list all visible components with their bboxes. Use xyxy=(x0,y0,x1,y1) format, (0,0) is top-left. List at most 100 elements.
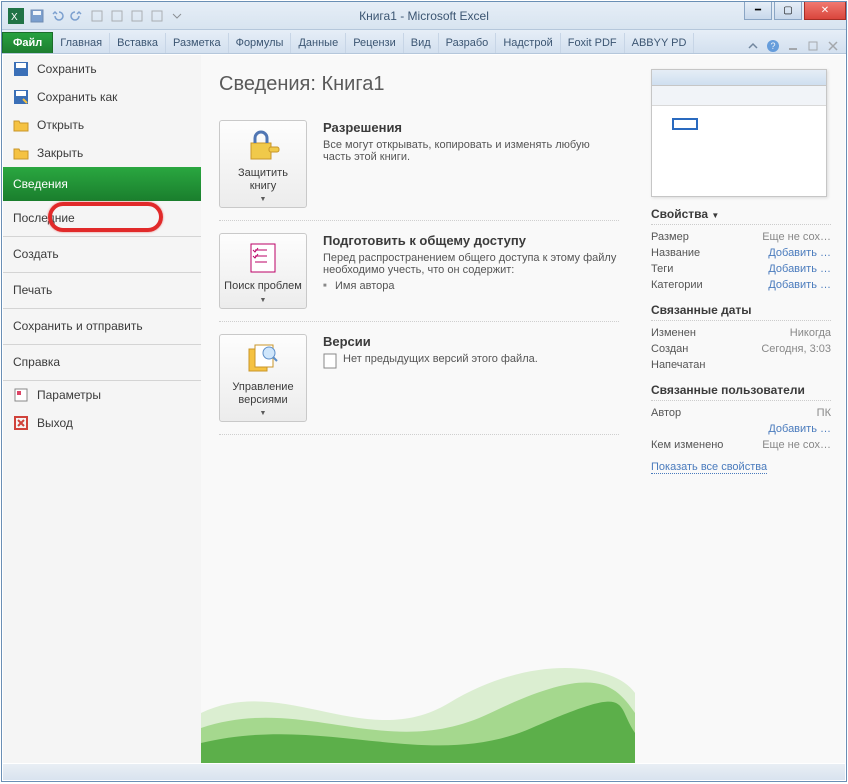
window-close-icon[interactable] xyxy=(826,39,840,53)
titlebar: X Книга1 - Microsoft Excel ━ ▢ ✕ xyxy=(2,2,846,30)
tab-home[interactable]: Главная xyxy=(53,33,110,53)
ribbon-right-controls: ? xyxy=(746,39,846,53)
sidebar-item-exit[interactable]: Выход xyxy=(3,409,201,437)
related-users-heading: Связанные пользователи xyxy=(651,383,831,401)
sidebar-item-new[interactable]: Создать xyxy=(3,237,201,271)
page-title: Сведения: Книга1 xyxy=(219,73,619,96)
lock-icon xyxy=(243,127,283,163)
window-restore-icon[interactable] xyxy=(806,39,820,53)
qat-icon[interactable] xyxy=(148,7,166,25)
save-icon[interactable] xyxy=(28,7,46,25)
sidebar-item-save[interactable]: Сохранить xyxy=(3,55,201,83)
sidebar-item-options[interactable]: Параметры xyxy=(3,381,201,409)
button-label: Поиск проблем xyxy=(224,280,302,293)
sidebar-item-label: Сведения xyxy=(13,177,68,191)
prop-row-size: РазмерЕще не сох… xyxy=(651,229,831,245)
tab-data[interactable]: Данные xyxy=(291,33,346,53)
qat-icon[interactable] xyxy=(108,7,126,25)
properties-heading[interactable]: Свойства ▼ xyxy=(651,207,831,225)
save-as-icon xyxy=(13,89,29,105)
prop-row-categories: КатегорииДобавить … xyxy=(651,277,831,293)
section-body: Версии Нет предыдущих версий этого файла… xyxy=(323,334,619,422)
window-controls: ━ ▢ ✕ xyxy=(742,2,846,20)
tab-insert[interactable]: Вставка xyxy=(110,33,166,53)
status-bar xyxy=(3,764,845,780)
document-icon xyxy=(323,353,337,369)
prop-row-modified: ИзмененНикогда xyxy=(651,325,831,341)
window-minimize-icon[interactable] xyxy=(786,39,800,53)
backstage-main: Сведения: Книга1 Защитить книгу ▼ Разреш… xyxy=(201,55,635,763)
sidebar-item-label: Закрыть xyxy=(37,146,83,160)
section-heading: Подготовить к общему доступу xyxy=(323,233,619,248)
qat-dropdown-icon[interactable] xyxy=(168,7,186,25)
sidebar-item-info[interactable]: Сведения xyxy=(3,167,201,201)
folder-open-icon xyxy=(13,117,29,133)
sidebar-item-label: Параметры xyxy=(37,388,101,402)
prop-row-created: СозданСегодня, 3:03 xyxy=(651,341,831,357)
sidebar-item-save-send[interactable]: Сохранить и отправить xyxy=(3,309,201,343)
qat-icon[interactable] xyxy=(128,7,146,25)
minimize-button[interactable]: ━ xyxy=(744,2,772,20)
chevron-down-icon: ▼ xyxy=(260,297,267,304)
close-button[interactable]: ✕ xyxy=(804,2,846,20)
tab-formulas[interactable]: Формулы xyxy=(229,33,292,53)
redo-icon[interactable] xyxy=(68,7,86,25)
decorative-wave xyxy=(201,643,635,763)
maximize-button[interactable]: ▢ xyxy=(774,2,802,20)
window-title: Книга1 - Microsoft Excel xyxy=(359,9,489,23)
sidebar-item-label: Сохранить как xyxy=(37,90,117,104)
checklist-icon xyxy=(243,240,283,276)
section-permissions: Защитить книгу ▼ Разрешения Все могут от… xyxy=(219,108,619,221)
button-label: Защитить книгу xyxy=(224,167,302,192)
versions-icon xyxy=(243,341,283,377)
ribbon-tabs: Файл Главная Вставка Разметка Формулы Да… xyxy=(2,30,846,54)
section-heading: Разрешения xyxy=(323,120,619,135)
section-prepare: Поиск проблем ▼ Подготовить к общему дос… xyxy=(219,221,619,322)
check-issues-button[interactable]: Поиск проблем ▼ xyxy=(219,233,307,309)
manage-versions-button[interactable]: Управление версиями ▼ xyxy=(219,334,307,422)
document-thumbnail[interactable] xyxy=(651,69,827,197)
prop-row-author: АвторПК xyxy=(651,405,831,421)
chevron-down-icon: ▼ xyxy=(260,410,267,417)
section-text: Перед распространением общего доступа к … xyxy=(323,252,619,276)
tab-review[interactable]: Рецензи xyxy=(346,33,404,53)
chevron-down-icon: ▼ xyxy=(260,196,267,203)
related-dates-heading: Связанные даты xyxy=(651,303,831,321)
show-all-properties-link[interactable]: Показать все свойства xyxy=(651,461,767,474)
sidebar-item-label: Справка xyxy=(13,355,60,369)
sidebar-item-label: Выход xyxy=(37,416,73,430)
section-heading: Версии xyxy=(323,334,619,349)
sidebar-item-close[interactable]: Закрыть xyxy=(3,139,201,167)
section-body: Подготовить к общему доступу Перед распр… xyxy=(323,233,619,309)
save-icon xyxy=(13,61,29,77)
help-icon[interactable]: ? xyxy=(766,39,780,53)
tab-addins[interactable]: Надстрой xyxy=(496,33,560,53)
protect-workbook-button[interactable]: Защитить книгу ▼ xyxy=(219,120,307,208)
prop-row-printed: Напечатан xyxy=(651,357,831,373)
tab-developer[interactable]: Разрабо xyxy=(439,33,497,53)
svg-text:?: ? xyxy=(771,41,776,51)
undo-icon[interactable] xyxy=(48,7,66,25)
backstage-sidebar: Сохранить Сохранить как Открыть Закрыть … xyxy=(3,55,201,763)
qat-icon[interactable] xyxy=(88,7,106,25)
excel-icon: X xyxy=(8,8,24,24)
sidebar-item-print[interactable]: Печать xyxy=(3,273,201,307)
tab-file[interactable]: Файл xyxy=(2,32,53,53)
sidebar-item-help[interactable]: Справка xyxy=(3,345,201,379)
bullet-item: Имя автора xyxy=(323,280,619,292)
sidebar-item-open[interactable]: Открыть xyxy=(3,111,201,139)
prop-row-lastmod: Кем измененоЕще не сох… xyxy=(651,437,831,453)
tab-layout[interactable]: Разметка xyxy=(166,33,229,53)
sidebar-item-recent[interactable]: Последние xyxy=(3,201,201,235)
button-label: Управление версиями xyxy=(224,381,302,406)
ribbon-minimize-icon[interactable] xyxy=(746,39,760,53)
sidebar-item-save-as[interactable]: Сохранить как xyxy=(3,83,201,111)
section-versions: Управление версиями ▼ Версии Нет предыду… xyxy=(219,322,619,435)
tab-foxit[interactable]: Foxit PDF xyxy=(561,33,625,53)
tab-view[interactable]: Вид xyxy=(404,33,439,53)
window: X Книга1 - Microsoft Excel ━ ▢ ✕ Файл Гл… xyxy=(1,1,847,782)
svg-text:X: X xyxy=(11,12,18,23)
sidebar-item-label: Сохранить xyxy=(37,62,97,76)
tab-abbyy[interactable]: ABBYY PD xyxy=(625,33,695,53)
sidebar-item-label: Открыть xyxy=(37,118,84,132)
